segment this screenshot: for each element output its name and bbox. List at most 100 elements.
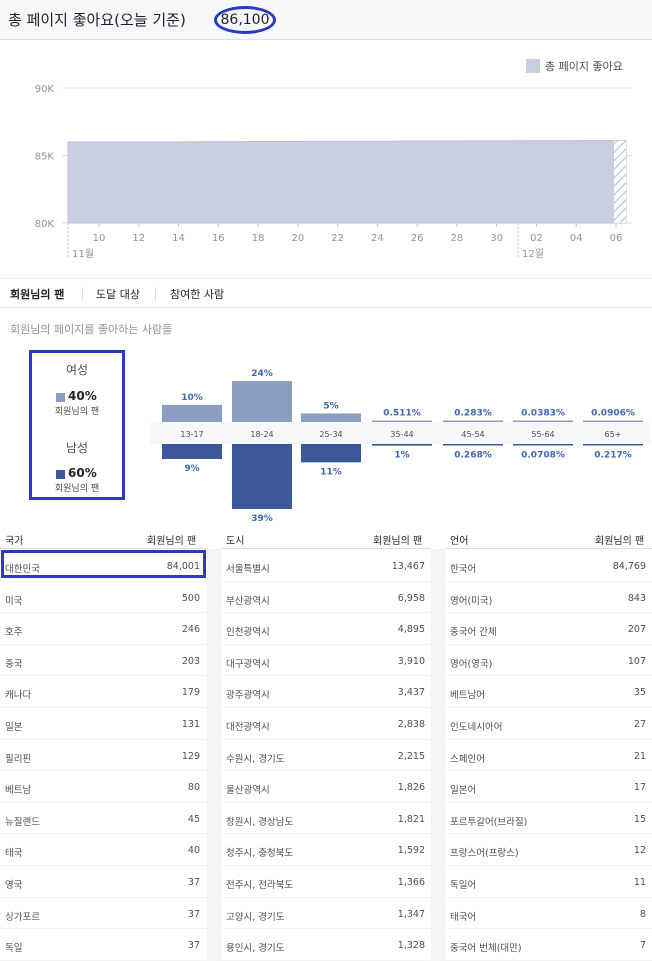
female-bar (513, 420, 573, 422)
language-name: 베트남어 (450, 690, 485, 702)
language-row: 포르투갈어(브라질) 15 (445, 803, 652, 835)
x-tick-label: 20 (291, 233, 304, 244)
country-fan-count: 40 (187, 845, 200, 857)
total-likes-count: 86,100 (214, 6, 276, 34)
city-name: 청주시, 충청북도 (226, 848, 294, 860)
city-row: 창원시, 경상남도 1,821 (221, 803, 431, 835)
female-label: 여성 (65, 363, 89, 377)
city-name: 수원시, 경기도 (226, 753, 285, 765)
x-tick-label: 14 (172, 233, 185, 244)
x-tick-label: 30 (490, 233, 503, 244)
language-table-header: 언어 회원님의 팬 (445, 527, 652, 549)
female-percent: 40% (68, 389, 97, 403)
city-name: 광주광역시 (226, 690, 270, 702)
language-row: 영어(미국) 843 (445, 582, 652, 614)
country-name: 영국 (5, 880, 23, 891)
tab-bar: 회원님의 팬 도달 대상 참여한 사람 (0, 278, 652, 308)
city-name: 인천광역시 (226, 627, 270, 639)
tab-fans[interactable]: 회원님의 팬 (10, 286, 64, 302)
country-row: 싱가포르 37 (0, 898, 207, 930)
chart-legend[interactable]: 총 페이지 좋아요 (526, 58, 623, 74)
x-tick-label: 06 (610, 233, 623, 244)
language-name: 프랑스어(프랑스) (450, 848, 519, 860)
section-heading: 회원님의 페이지를 좋아하는 사람들 (10, 323, 173, 336)
female-sub-label: 회원님의 팬 (54, 407, 100, 417)
male-bar (443, 444, 503, 446)
female-data-label: 0.0383% (521, 409, 565, 419)
legend-label: 총 페이지 좋아요 (545, 60, 623, 73)
language-fan-count: 35 (633, 687, 646, 699)
age-category-label: 65+ (605, 430, 622, 439)
country-fan-count: 37 (187, 940, 200, 952)
country-fans-header[interactable]: 회원님의 팬 (147, 532, 196, 547)
male-bar (301, 444, 361, 463)
country-row: 캐나다 179 (0, 676, 207, 708)
city-name: 창원시, 경상남도 (226, 816, 294, 828)
country-row: 일본 131 (0, 708, 207, 740)
city-header: 도시 (226, 536, 245, 547)
x-tick-label: 26 (411, 233, 424, 244)
city-name: 대전광역시 (226, 722, 270, 733)
country-row: 영국 37 (0, 866, 207, 898)
city-fan-count: 1,826 (397, 782, 425, 794)
age-category-label: 18-24 (250, 430, 273, 439)
age-category-label: 45-54 (461, 430, 484, 439)
country-name: 호주 (5, 627, 23, 639)
country-name: 중국 (5, 658, 23, 670)
male-bar (162, 444, 222, 459)
month-label: 11월 (72, 248, 94, 260)
city-fan-count: 2,838 (397, 719, 425, 730)
tab-divider (155, 287, 156, 301)
city-row: 수원시, 경기도 2,215 (221, 740, 431, 772)
page-likes-chart[interactable]: 90K 85K 80K 10 12 14 16 18 20 22 24 26 28 30 02 04 06 11월… (0, 78, 652, 273)
country-row: 뉴질랜드 45 (0, 803, 207, 835)
language-row: 일본어 17 (445, 771, 652, 803)
x-tick-label: 02 (530, 233, 543, 244)
age-category-label: 13-17 (180, 430, 203, 439)
country-row: 베트남 80 (0, 771, 207, 803)
tab-reach[interactable]: 도달 대상 (96, 286, 140, 302)
city-row: 고양시, 경기도 1,347 (221, 898, 431, 930)
language-name: 영어(영국) (450, 658, 493, 670)
city-name: 서울특별시 (226, 564, 270, 575)
city-row: 광주광역시 3,437 (221, 676, 431, 708)
language-name: 영어(미국) (450, 595, 493, 607)
female-bar (301, 413, 361, 422)
tab-divider (82, 287, 83, 301)
city-fan-count: 3,910 (397, 655, 425, 667)
male-data-label: 1% (394, 451, 409, 461)
age-gender-chart[interactable]: 10% 13-17 9% 24% 18-24 39% 5% 25-34 11% 0.511% 35-… (150, 360, 650, 530)
female-data-label: 10% (181, 393, 203, 403)
page-title: 총 페이지 좋아요(오늘 기준) (8, 11, 186, 29)
city-row: 부산광역시 6,958 (221, 582, 431, 614)
city-name: 고양시, 경기도 (226, 911, 285, 923)
male-percent: 60% (68, 466, 97, 480)
country-header: 국가 (5, 536, 24, 547)
city-fan-count: 2,215 (397, 750, 425, 762)
country-name: 베트남 (5, 785, 32, 797)
city-row: 전주시, 전라북도 1,366 (221, 866, 431, 898)
language-fans-header[interactable]: 회원님의 팬 (595, 532, 644, 547)
male-data-label: 0.0708% (521, 451, 565, 461)
city-row: 대구광역시 3,910 (221, 645, 431, 677)
language-row: 영어(영국) 107 (445, 645, 652, 677)
x-tick-label: 22 (331, 233, 344, 244)
language-fan-count: 207 (627, 624, 646, 636)
language-name: 포르투갈어(브라질) (450, 816, 528, 828)
country-fan-count: 37 (187, 877, 200, 888)
tab-engaged[interactable]: 참여한 사람 (170, 286, 224, 302)
y-tick-label: 90K (35, 84, 55, 95)
language-fan-count: 27 (633, 719, 646, 730)
male-bar (372, 444, 432, 446)
language-row: 중국어 번체(대만) 7 (445, 929, 652, 961)
female-bar (583, 420, 643, 422)
city-fans-header[interactable]: 회원님의 팬 (373, 532, 422, 547)
city-name: 대구광역시 (226, 658, 270, 670)
x-tick-label: 04 (570, 233, 583, 244)
country-row: 독일 37 (0, 929, 207, 961)
city-row: 청주시, 충청북도 1,592 (221, 834, 431, 866)
country-table-header: 국가 회원님의 팬 (0, 527, 207, 549)
country-fan-count: 203 (181, 655, 200, 667)
city-name: 울산광역시 (226, 785, 270, 797)
female-data-label: 0.511% (383, 409, 421, 419)
